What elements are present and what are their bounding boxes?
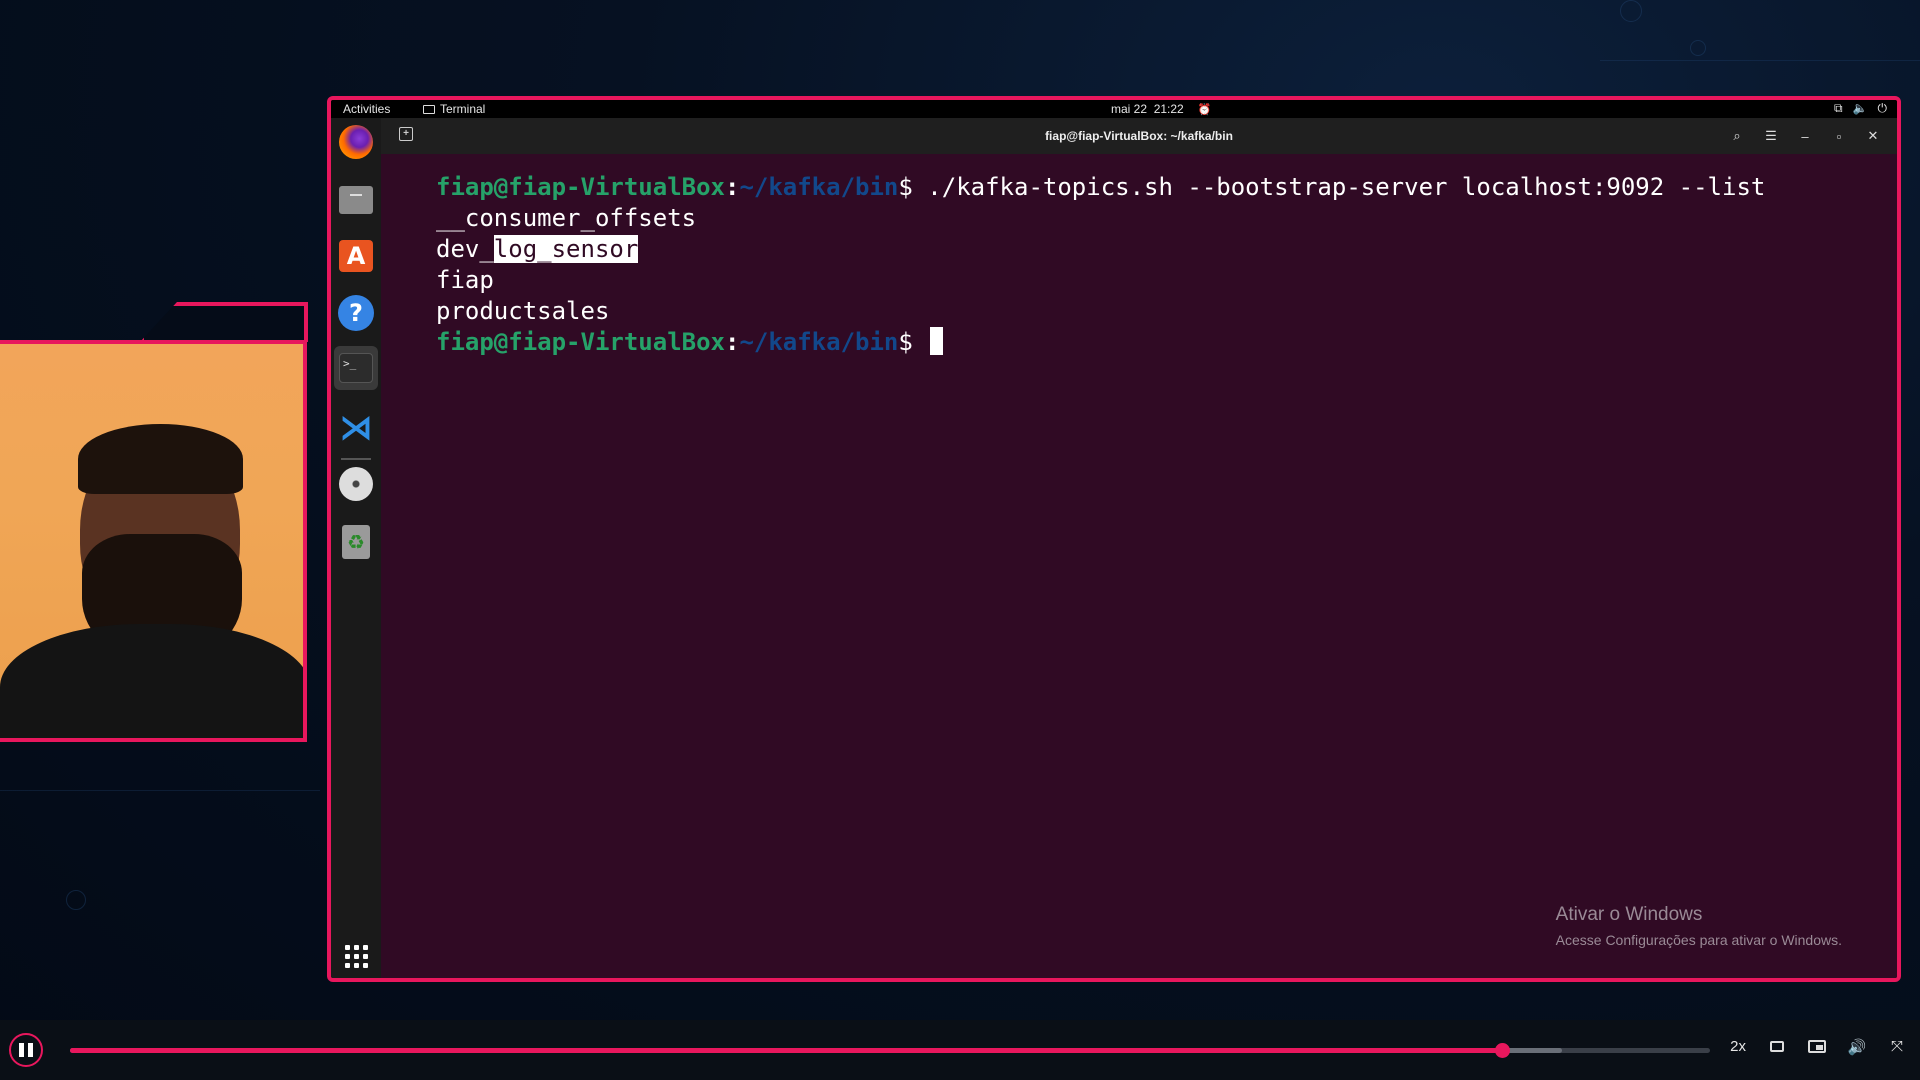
seek-thumb[interactable] [1494,1043,1510,1058]
command-line: fiap@fiap-VirtualBox:~/kafka/bin$ ./kafk… [436,172,1897,203]
titlebar-buttons: ⌕ ☰ – ▫ ✕ [1727,126,1883,146]
prompt-colon: : [724,173,740,201]
dock-item-dvd[interactable] [338,466,374,502]
webcam-overlay [0,340,307,742]
output-line: dev_log_sensor [436,234,1897,265]
hamburger-menu-icon[interactable]: ☰ [1761,126,1781,146]
dvd-icon [339,467,373,501]
system-tray[interactable]: ⧉ 🔈 ⏻ [1834,101,1887,116]
prompt-dollar: $ [898,328,928,356]
selected-text: log_sensor [493,235,639,263]
prompt-line: fiap@fiap-VirtualBox:~/kafka/bin$ [436,327,1897,358]
terminal-icon: >_ [339,353,373,383]
ubuntu-dock: A ? >_ ⋊ ♻ [331,118,381,978]
dock-item-help[interactable]: ? [338,295,374,331]
files-icon [339,186,373,214]
software-store-icon: A [339,240,373,272]
presenter-body [0,624,303,738]
activities-button[interactable]: Activities [343,102,390,116]
watermark-subtitle: Acesse Configurações para ativar o Windo… [1555,932,1842,948]
text-cursor [930,327,944,355]
prompt-path: ~/kafka/bin [739,173,899,201]
prompt-dollar: $ [898,173,928,201]
picture-in-picture-icon[interactable] [1808,1039,1826,1055]
watermark-title: Ativar o Windows [1555,904,1703,925]
terminal-output[interactable]: fiap@fiap-VirtualBox:~/kafka/bin$ ./kafk… [381,154,1897,978]
apps-grid-icon [344,944,368,968]
search-icon[interactable]: ⌕ [1727,126,1747,146]
background-circle [1620,0,1642,22]
seek-bar[interactable] [70,1043,1710,1058]
prompt-user: fiap@fiap-VirtualBox [436,328,725,356]
virtualbox-window: Activities Terminal mai 22 21:22 ⏰ ⧉ 🔈 ⏻… [327,96,1901,982]
background-circle [66,890,86,910]
dock-item-firefox[interactable] [338,124,374,160]
maximize-icon[interactable]: ▫ [1829,126,1849,146]
power-icon: ⏻ [1877,101,1888,115]
minimize-icon[interactable]: – [1795,126,1815,146]
video-controls: 2x 🔊 ⤧ [0,1020,1920,1080]
help-icon: ? [338,295,374,331]
ubuntu-top-bar: Activities Terminal mai 22 21:22 ⏰ ⧉ 🔈 ⏻ [331,100,1897,118]
terminal-small-icon [423,104,435,114]
dock-item-trash[interactable]: ♻ [338,524,374,560]
dock-item-vscode[interactable]: ⋊ [338,408,374,448]
network-icon: ⧉ [1833,101,1843,115]
dock-item-terminal[interactable]: >_ [334,346,378,390]
player-right-controls: 2x 🔊 ⤧ [1730,1038,1906,1056]
output-line: __consumer_offsets [436,204,697,232]
terminal-title: fiap@fiap-VirtualBox: ~/kafka/bin [1045,129,1233,143]
app-menu[interactable]: Terminal [423,102,485,116]
pause-button[interactable] [9,1033,43,1067]
close-icon[interactable]: ✕ [1863,126,1883,146]
background-line [0,790,320,791]
app-menu-label: Terminal [440,102,486,116]
webcam-frame-tab [140,302,308,342]
playback-speed-button[interactable]: 2x [1730,1038,1746,1055]
prompt-path: ~/kafka/bin [739,328,899,356]
captions-icon[interactable] [1768,1039,1786,1055]
terminal-titlebar[interactable]: + fiap@fiap-VirtualBox: ~/kafka/bin ⌕ ☰ … [381,118,1897,154]
output-line: productsales [436,297,610,325]
trash-icon: ♻ [342,525,370,559]
dock-item-show-apps[interactable] [338,938,374,974]
prompt-user: fiap@fiap-VirtualBox [436,173,725,201]
windows-activation-watermark: Ativar o Windows Acesse Configurações pa… [1556,904,1842,948]
output-prefix: dev_ [436,235,494,263]
firefox-icon [339,125,373,159]
clock-date: mai 22 21:22 [1111,102,1184,116]
prompt-colon: : [724,328,740,356]
dock-item-software[interactable]: A [338,238,374,274]
background-circle [1690,40,1706,56]
presenter-hair [78,424,243,494]
notification-bell-icon: ⏰ [1197,103,1212,116]
vscode-icon: ⋊ [339,408,373,448]
clock[interactable]: mai 22 21:22 ⏰ [1111,102,1211,116]
seek-progress [70,1048,1502,1053]
fullscreen-icon[interactable]: ⤧ [1888,1038,1906,1055]
dock-separator [341,458,371,460]
volume-icon[interactable]: 🔊 [1848,1039,1867,1056]
background-line [1600,60,1920,61]
command-text: ./kafka-topics.sh --bootstrap-server loc… [927,173,1766,201]
dock-item-files[interactable] [338,182,374,218]
volume-icon: 🔈 [1852,101,1868,115]
terminal-window: + fiap@fiap-VirtualBox: ~/kafka/bin ⌕ ☰ … [381,118,1897,978]
output-line: fiap [436,266,494,294]
